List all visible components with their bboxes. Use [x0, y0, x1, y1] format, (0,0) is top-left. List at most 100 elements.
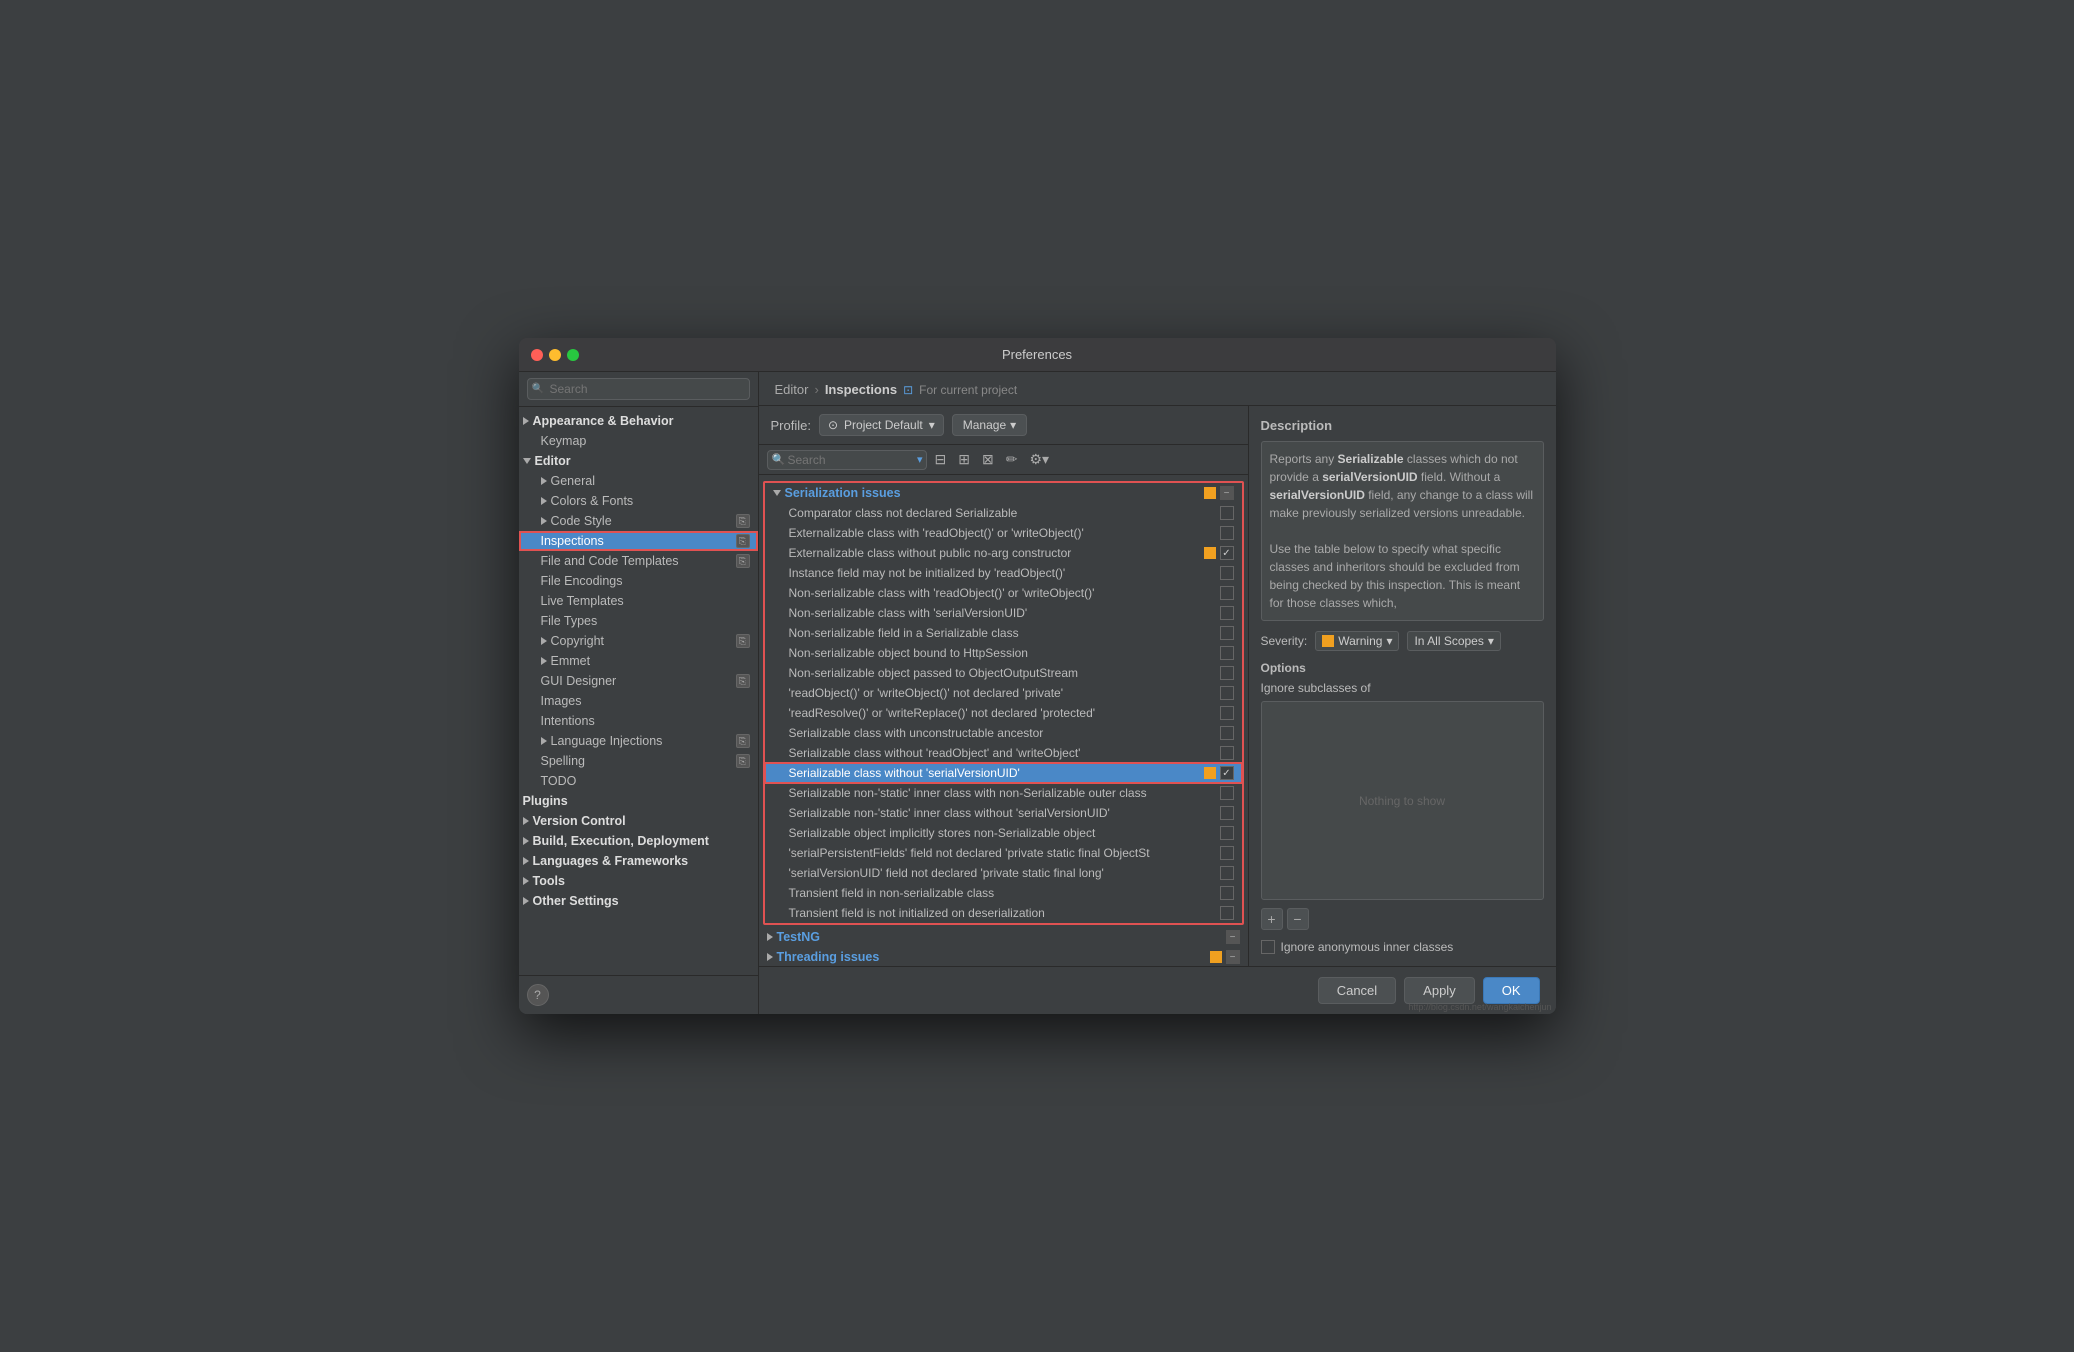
tree-item[interactable]: Non-serializable class with 'readObject(… [765, 583, 1242, 603]
remove-button[interactable]: − [1287, 908, 1309, 930]
sidebar-item-colors-fonts[interactable]: Colors & Fonts [519, 491, 758, 511]
tree-item[interactable]: 'serialVersionUID' field not declared 'p… [765, 863, 1242, 883]
check-box[interactable] [1220, 666, 1234, 680]
sidebar-item-general[interactable]: General [519, 471, 758, 491]
sidebar-item-tools[interactable]: Tools [519, 871, 758, 891]
sidebar-item-version-control[interactable]: Version Control [519, 811, 758, 831]
tree-item[interactable]: Non-serializable class with 'serialVersi… [765, 603, 1242, 623]
sidebar-item-build-exec[interactable]: Build, Execution, Deployment [519, 831, 758, 851]
tree-item[interactable]: Serializable object implicitly stores no… [765, 823, 1242, 843]
check-box[interactable] [1220, 686, 1234, 700]
check-box[interactable] [1220, 826, 1234, 840]
tree-item[interactable]: Externalizable class with 'readObject()'… [765, 523, 1242, 543]
tree-item[interactable]: Instance field may not be initialized by… [765, 563, 1242, 583]
check-box[interactable] [1220, 746, 1234, 760]
check-box[interactable] [1220, 626, 1234, 640]
check-box[interactable] [1220, 506, 1234, 520]
ok-button[interactable]: OK [1483, 977, 1540, 1004]
close-button[interactable] [531, 349, 543, 361]
sidebar-item-file-types[interactable]: File Types [519, 611, 758, 631]
check-box[interactable] [1220, 846, 1234, 860]
sidebar-item-editor[interactable]: Editor [519, 451, 758, 471]
threading-group-header[interactable]: Threading issues − [759, 947, 1248, 966]
collapse-button[interactable]: ⊠ [978, 449, 998, 470]
cancel-button[interactable]: Cancel [1318, 977, 1396, 1004]
tree-item-selected[interactable]: Serializable class without 'serialVersio… [765, 763, 1242, 783]
tree-item[interactable]: Transient field is not initialized on de… [765, 903, 1242, 923]
check-box[interactable] [1220, 546, 1234, 560]
maximize-button[interactable] [567, 349, 579, 361]
ignore-anon-checkbox[interactable] [1261, 940, 1275, 954]
traffic-lights[interactable] [531, 349, 579, 361]
tree-item[interactable]: Non-serializable object passed to Object… [765, 663, 1242, 683]
sidebar-item-other-settings[interactable]: Other Settings [519, 891, 758, 911]
check-box[interactable] [1220, 726, 1234, 740]
paint-button[interactable]: ✏ [1002, 449, 1022, 470]
sidebar-item-intentions[interactable]: Intentions [519, 711, 758, 731]
sidebar-item-language-injections[interactable]: Language Injections ⎘ [519, 731, 758, 751]
minimize-button[interactable] [549, 349, 561, 361]
serialization-group-header[interactable]: Serialization issues − [765, 483, 1242, 503]
sidebar-item-appearance-behavior[interactable]: Appearance & Behavior [519, 411, 758, 431]
sidebar-item-label: TODO [541, 774, 577, 788]
add-button[interactable]: + [1261, 908, 1283, 930]
collapse-btn[interactable]: − [1226, 950, 1240, 964]
tree-item[interactable]: 'readObject()' or 'writeObject()' not de… [765, 683, 1242, 703]
severity-dropdown[interactable]: Warning ▾ [1315, 631, 1399, 651]
help-button[interactable]: ? [527, 984, 549, 1006]
tree-item[interactable]: Externalizable class without public no-a… [765, 543, 1242, 563]
check-box[interactable] [1220, 606, 1234, 620]
sidebar-item-images[interactable]: Images [519, 691, 758, 711]
sidebar-item-keymap[interactable]: Keymap [519, 431, 758, 451]
tree-item[interactable]: Non-serializable field in a Serializable… [765, 623, 1242, 643]
sidebar-item-copyright[interactable]: Copyright ⎘ [519, 631, 758, 651]
tree-item[interactable]: Transient field in non-serializable clas… [765, 883, 1242, 903]
check-box[interactable] [1220, 706, 1234, 720]
check-box[interactable] [1220, 586, 1234, 600]
sidebar-item-gui-designer[interactable]: GUI Designer ⎘ [519, 671, 758, 691]
inspections-search-input[interactable] [767, 450, 927, 470]
check-box[interactable] [1220, 766, 1234, 780]
sidebar-item-todo[interactable]: TODO [519, 771, 758, 791]
tree-item[interactable]: Comparator class not declared Serializab… [765, 503, 1242, 523]
check-box[interactable] [1220, 866, 1234, 880]
sidebar-item-plugins[interactable]: Plugins [519, 791, 758, 811]
check-box[interactable] [1220, 646, 1234, 660]
sidebar-item-spelling[interactable]: Spelling ⎘ [519, 751, 758, 771]
tree-item[interactable]: Serializable non-'static' inner class wi… [765, 783, 1242, 803]
profile-dropdown[interactable]: ⊙ Project Default ▾ [819, 414, 944, 436]
check-box[interactable] [1220, 906, 1234, 920]
tree-item[interactable]: Serializable non-'static' inner class wi… [765, 803, 1242, 823]
tree-item[interactable]: 'serialPersistentFields' field not decla… [765, 843, 1242, 863]
apply-button[interactable]: Apply [1404, 977, 1475, 1004]
settings-button[interactable]: ⚙▾ [1025, 449, 1053, 470]
sidebar-item-emmet[interactable]: Emmet [519, 651, 758, 671]
sidebar-item-file-code-templates[interactable]: File and Code Templates ⎘ [519, 551, 758, 571]
tree-item[interactable]: 'readResolve()' or 'writeReplace()' not … [765, 703, 1242, 723]
check-box[interactable] [1220, 806, 1234, 820]
tree-item[interactable]: Non-serializable object bound to HttpSes… [765, 643, 1242, 663]
filter-button[interactable]: ⊟ [931, 449, 951, 470]
sidebar-item-label: Spelling [541, 754, 585, 768]
check-box[interactable] [1220, 526, 1234, 540]
search-icon: 🔍 [772, 453, 786, 466]
severity-row: Severity: Warning ▾ In All Scopes ▾ [1261, 631, 1544, 651]
sidebar-item-code-style[interactable]: Code Style ⎘ [519, 511, 758, 531]
expand-button[interactable]: ⊞ [954, 449, 974, 470]
collapse-btn[interactable]: − [1226, 930, 1240, 944]
scope-dropdown[interactable]: In All Scopes ▾ [1407, 631, 1500, 651]
sidebar-search-input[interactable] [527, 378, 750, 400]
manage-button[interactable]: Manage ▾ [952, 414, 1027, 436]
tree-item[interactable]: Serializable class without 'readObject' … [765, 743, 1242, 763]
sidebar-item-languages-frameworks[interactable]: Languages & Frameworks [519, 851, 758, 871]
check-box[interactable] [1220, 886, 1234, 900]
sidebar-item-inspections[interactable]: Inspections ⎘ [519, 531, 758, 551]
collapse-btn[interactable]: − [1220, 486, 1234, 500]
check-box[interactable] [1220, 566, 1234, 580]
testng-group-header[interactable]: TestNG − [759, 927, 1248, 947]
sidebar-item-live-templates[interactable]: Live Templates [519, 591, 758, 611]
check-box[interactable] [1220, 786, 1234, 800]
sidebar-item-file-encodings[interactable]: File Encodings [519, 571, 758, 591]
tree-item[interactable]: Serializable class with unconstructable … [765, 723, 1242, 743]
manage-arrow: ▾ [1010, 418, 1016, 432]
